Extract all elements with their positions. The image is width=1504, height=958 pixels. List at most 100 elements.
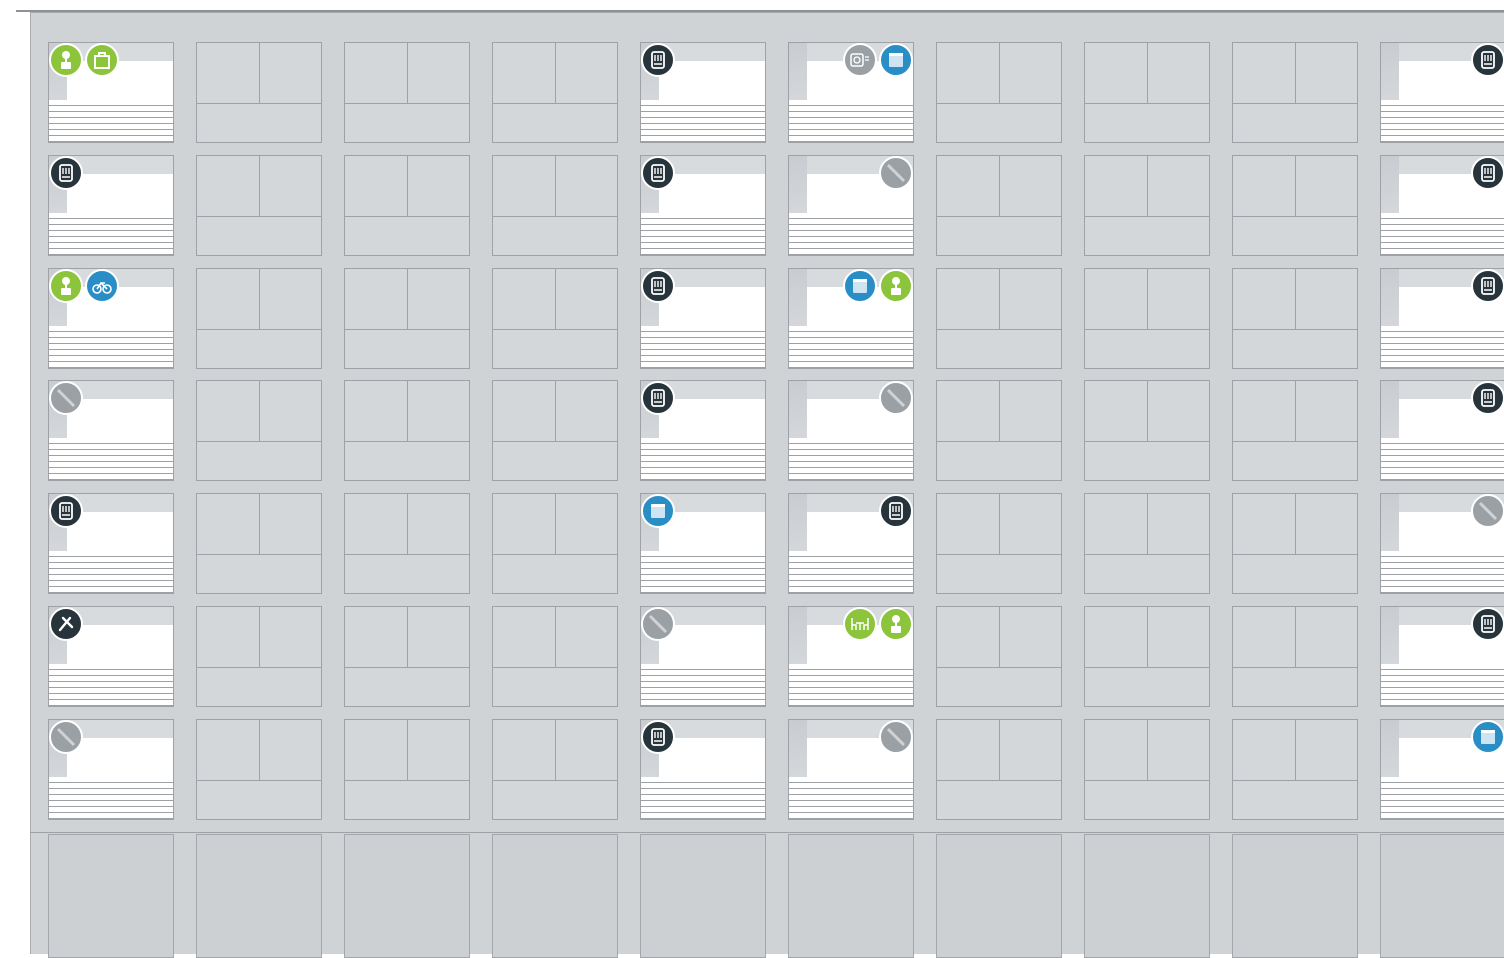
closed-window [344, 155, 470, 256]
open-window [788, 380, 914, 481]
window-icon-group [843, 43, 913, 77]
bin-icon [641, 494, 675, 528]
window-icon-group [49, 43, 119, 77]
open-window [788, 493, 914, 594]
window-icon-group [1471, 43, 1504, 77]
plant-icon [879, 607, 913, 641]
window-icon-group [641, 494, 675, 528]
window-icon-group [49, 494, 83, 528]
closed-window [492, 719, 618, 820]
closed-window [492, 268, 618, 369]
closed-window [1232, 493, 1358, 594]
locker-icon [1471, 607, 1504, 641]
open-window [1380, 42, 1504, 143]
locker-icon [1471, 269, 1504, 303]
bin-icon [1471, 720, 1504, 754]
open-window [640, 42, 766, 143]
locker-icon [49, 494, 83, 528]
ground-floor-window [640, 834, 766, 958]
open-window [640, 155, 766, 256]
closed-window [344, 380, 470, 481]
bin-icon [879, 43, 913, 77]
ground-floor-window [788, 834, 914, 958]
closed-window [196, 268, 322, 369]
closed-window [196, 380, 322, 481]
ground-floor-window [1232, 834, 1358, 958]
open-window [788, 42, 914, 143]
ground-floor-window [1084, 834, 1210, 958]
no-entry-icon [879, 381, 913, 415]
closed-window [492, 155, 618, 256]
closed-window [1232, 606, 1358, 707]
window-icon-group [49, 269, 119, 303]
closed-window [344, 606, 470, 707]
closed-window [1084, 155, 1210, 256]
locker-icon [879, 494, 913, 528]
open-window [1380, 606, 1504, 707]
closed-window [196, 493, 322, 594]
window-icon-group [879, 494, 913, 528]
no-entry-icon [49, 720, 83, 754]
dining-icon [843, 607, 877, 641]
closed-window [1084, 493, 1210, 594]
closed-window [196, 606, 322, 707]
ground-floor-window [936, 834, 1062, 958]
window-icon-group [1471, 720, 1504, 754]
open-window [1380, 155, 1504, 256]
window-icon-group [1471, 156, 1504, 190]
locker-icon [1471, 156, 1504, 190]
locker-icon [641, 381, 675, 415]
closed-window [936, 268, 1062, 369]
no-entry-icon [1471, 494, 1504, 528]
open-window [1380, 380, 1504, 481]
window-icon-group [641, 607, 675, 641]
closed-window [936, 155, 1062, 256]
window-icon-group [879, 156, 913, 190]
window-icon-group [49, 607, 83, 641]
locker-icon [641, 269, 675, 303]
window-icon-group [1471, 269, 1504, 303]
closed-window [1084, 42, 1210, 143]
window-icon-group [641, 43, 675, 77]
closed-window [1232, 380, 1358, 481]
window-icon-group [641, 381, 675, 415]
closed-window [1084, 380, 1210, 481]
open-window [48, 606, 174, 707]
closed-window [492, 606, 618, 707]
closed-window [196, 719, 322, 820]
window-icon-group [843, 269, 913, 303]
locker-icon [49, 156, 83, 190]
ground-floor-window [492, 834, 618, 958]
open-window [1380, 493, 1504, 594]
open-window [48, 493, 174, 594]
closed-window [344, 268, 470, 369]
closed-window [936, 493, 1062, 594]
open-window [48, 42, 174, 143]
closed-window [344, 719, 470, 820]
locker-icon [1471, 381, 1504, 415]
closed-window [1084, 268, 1210, 369]
window-icon-group [49, 720, 83, 754]
window-icon-group [1471, 607, 1504, 641]
open-window [640, 606, 766, 707]
window-icon-group [641, 720, 675, 754]
window-icon-group [879, 381, 913, 415]
window-icon-group [1471, 494, 1504, 528]
open-window [788, 719, 914, 820]
plant-icon [49, 269, 83, 303]
locker-icon [641, 43, 675, 77]
closed-window [196, 42, 322, 143]
closed-window [1232, 268, 1358, 369]
bin-icon [843, 269, 877, 303]
open-window [640, 268, 766, 369]
open-window [48, 155, 174, 256]
closed-window [1084, 606, 1210, 707]
window-icon-group [49, 381, 83, 415]
kitchen-icon [843, 43, 877, 77]
open-window [788, 606, 914, 707]
open-window [788, 155, 914, 256]
closed-window [1232, 719, 1358, 820]
open-window [788, 268, 914, 369]
closed-window [492, 42, 618, 143]
open-window [48, 380, 174, 481]
